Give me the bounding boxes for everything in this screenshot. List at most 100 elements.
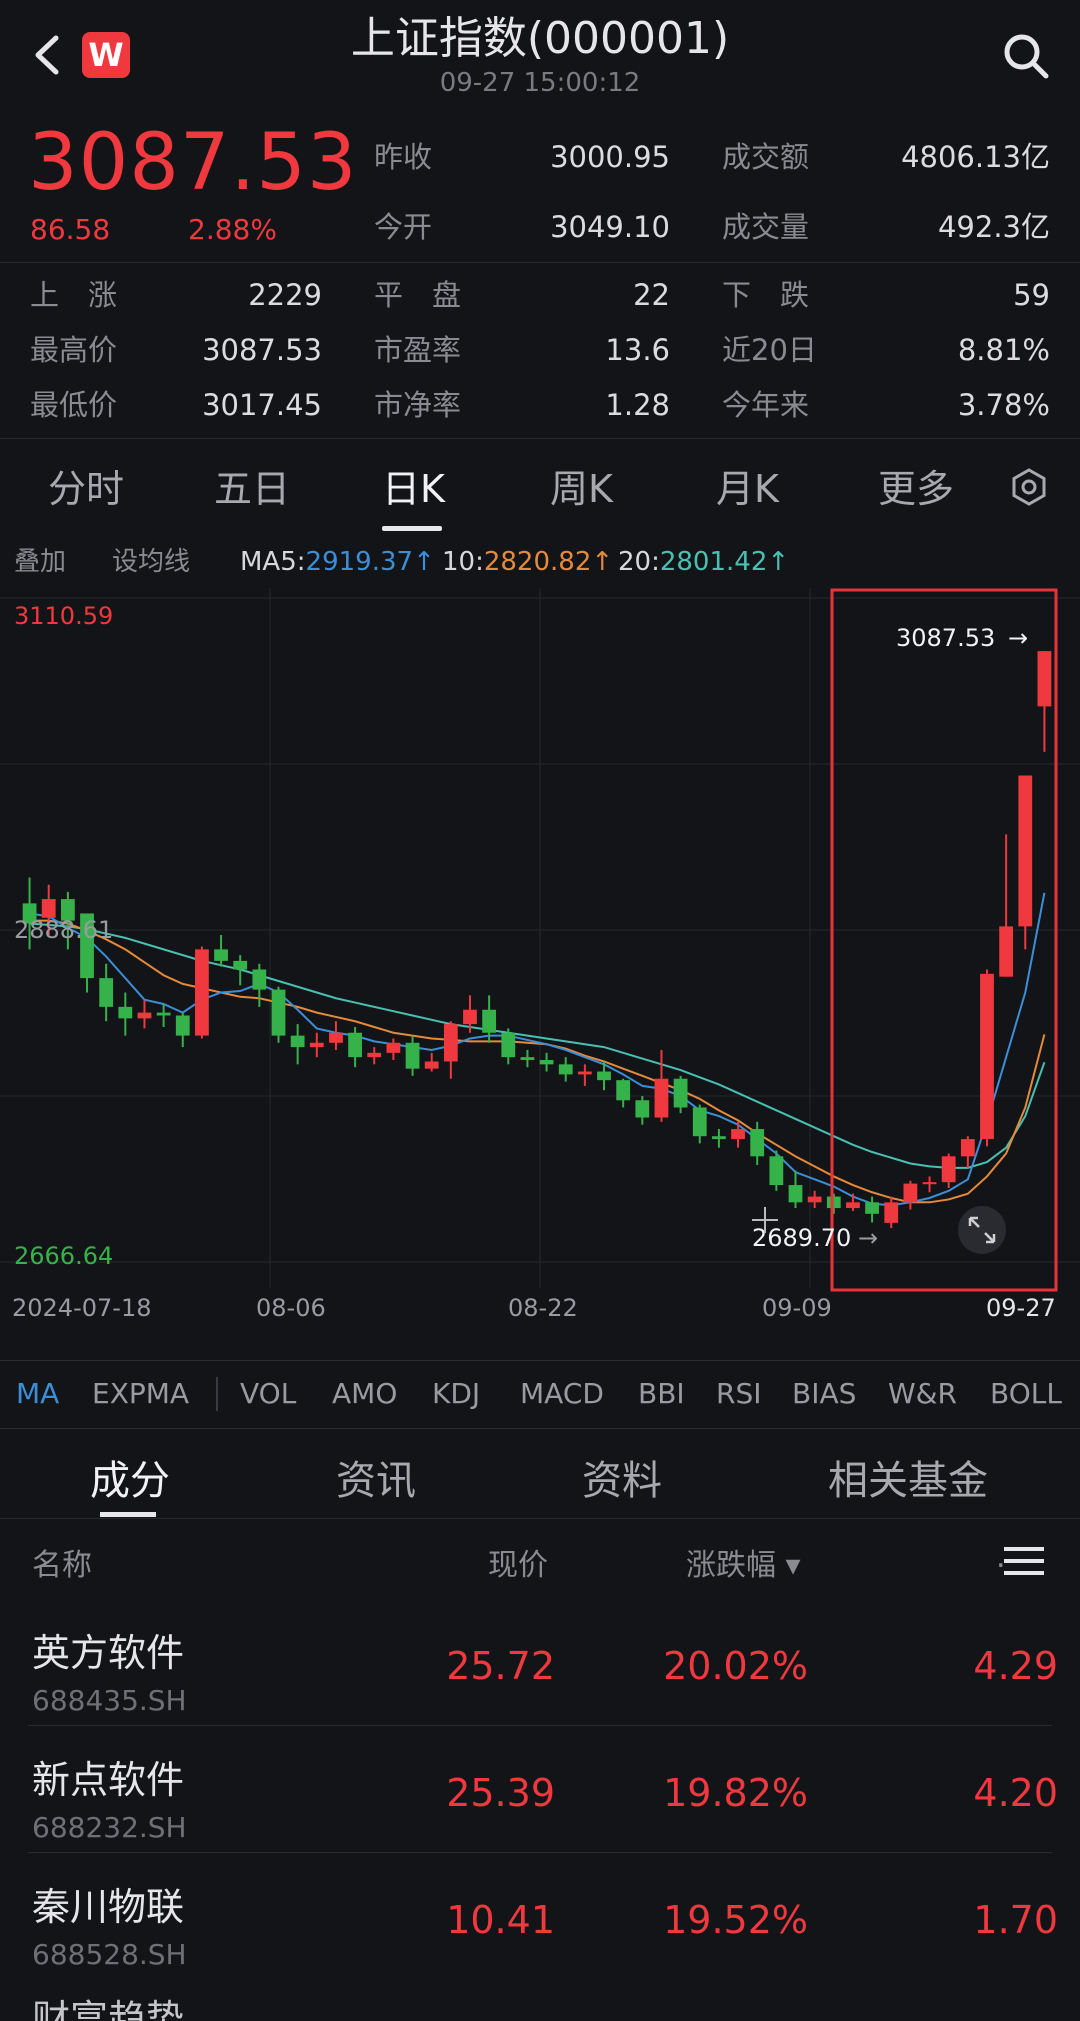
grid-label: 市盈率	[374, 333, 462, 367]
grid-label: 上 涨	[30, 278, 118, 312]
grid-value: 8.81%	[957, 333, 1050, 367]
settings-icon[interactable]	[1008, 466, 1050, 508]
high-marker: 3087.53	[896, 624, 995, 652]
quote-time: 09-27 15:00:12	[439, 68, 641, 98]
stat-value: 3049.10	[550, 210, 670, 244]
candle-body	[597, 1071, 611, 1081]
stock-code: 688528.SH	[32, 1938, 187, 1971]
col-header-price[interactable]: 现价	[488, 1540, 548, 1584]
candle-body	[348, 1032, 362, 1058]
indicator-macd[interactable]: MACD	[520, 1377, 604, 1410]
ma20-text: 20:	[618, 547, 660, 577]
indicator-ma[interactable]: MA	[16, 1377, 59, 1410]
tab-constituents[interactable]: 成分	[90, 1448, 170, 1506]
candle-body	[99, 978, 114, 1007]
tab-weekly-k[interactable]: 周K	[550, 458, 613, 513]
grid-label: 平 盘	[374, 278, 462, 312]
ma5-label: MA5:2919.37↑	[240, 544, 435, 580]
kline-svg[interactable]: 3110.59 2888.61 2666.64 3087.53 → 2689.7…	[0, 588, 1080, 1322]
set-ma-button[interactable]: 设均线	[112, 544, 190, 580]
fullscreen-icon[interactable]	[958, 1206, 1006, 1254]
candle-body	[195, 949, 209, 1036]
overlay-button[interactable]: 叠加	[14, 544, 66, 580]
ma5-text: MA5:	[240, 547, 306, 577]
ma-lines	[29, 892, 1046, 1207]
stock-change: 19.52%	[663, 1898, 808, 1942]
stock-change: 19.82%	[663, 1771, 808, 1815]
menu-icon[interactable]	[1004, 1545, 1044, 1577]
candle-body	[903, 1183, 918, 1203]
arrow-right-icon: →	[1008, 624, 1028, 652]
candle-body	[41, 899, 56, 918]
candle-body	[329, 1032, 343, 1043]
stock-price: 10.41	[446, 1898, 555, 1942]
stat-label: 成交量	[722, 210, 810, 244]
col-header-change[interactable]: 涨跌幅 ▾	[686, 1540, 801, 1584]
indicator-amo[interactable]: AMO	[332, 1377, 397, 1410]
search-icon[interactable]	[998, 28, 1054, 84]
page-title: 上证指数(000001)	[350, 13, 730, 64]
tab-related-funds[interactable]: 相关基金	[828, 1448, 988, 1506]
stat-label: 成交额	[722, 140, 810, 174]
tab-daily-k[interactable]: 日K	[382, 458, 445, 513]
stock-extra: 4.29	[973, 1644, 1058, 1688]
divider	[0, 1360, 1080, 1361]
stock-extra: 4.20	[973, 1771, 1058, 1815]
tab-intraday[interactable]: 分时	[48, 458, 124, 513]
candle-body	[941, 1156, 956, 1183]
y-bottom-label: 2666.64	[14, 1242, 113, 1270]
indicator-kdj[interactable]: KDJ	[432, 1377, 480, 1410]
divider	[0, 262, 1080, 263]
table-row[interactable]: 新点软件 688232.SH 25.39 19.82% 4.20	[0, 1727, 1080, 1853]
table-row[interactable]: 英方软件 688435.SH 25.72 20.02% 4.29	[0, 1600, 1080, 1726]
indicator-bbi[interactable]: BBI	[638, 1377, 685, 1410]
tab-more[interactable]: 更多	[878, 458, 954, 513]
arrow-up-icon: ↑	[413, 547, 435, 577]
stat-label: 今开	[374, 210, 433, 244]
candle-body	[175, 1015, 190, 1036]
tab-five-day[interactable]: 五日	[214, 458, 290, 513]
stock-change: 20.02%	[663, 1644, 808, 1688]
x-label: 08-06	[256, 1294, 326, 1318]
candle-body	[214, 949, 228, 961]
candle-body	[635, 1100, 650, 1118]
candle-body	[520, 1057, 535, 1061]
candle-body	[137, 1012, 152, 1019]
kline-chart[interactable]: 3110.59 2888.61 2666.64 3087.53 → 2689.7…	[0, 588, 1080, 1322]
candle-body	[558, 1064, 573, 1075]
candle-body	[884, 1202, 899, 1223]
ma20-value: 2801.42	[659, 547, 768, 577]
grid-label: 近20日	[722, 333, 817, 367]
table-row[interactable]: 秦川物联 688528.SH 10.41 19.52% 1.70	[0, 1854, 1080, 1980]
candle-body	[482, 1009, 497, 1033]
indicator-vol[interactable]: VOL	[240, 1377, 296, 1410]
candle-body	[654, 1078, 669, 1118]
tab-news[interactable]: 资讯	[336, 1448, 416, 1506]
stock-name: 英方软件	[32, 1631, 185, 1675]
candle-body	[865, 1202, 879, 1214]
tab-profile[interactable]: 资料	[582, 1448, 662, 1506]
grid-value: 59	[1013, 278, 1050, 312]
grid-value: 3.78%	[957, 388, 1050, 422]
stat-value: 492.3亿	[937, 210, 1050, 244]
candle-body	[501, 1032, 516, 1058]
candle-body	[118, 1006, 133, 1019]
ma20-label: 20:2801.42↑	[618, 544, 789, 580]
stock-code: 688232.SH	[32, 1811, 187, 1844]
candle-body	[271, 989, 286, 1036]
candle-body	[692, 1107, 707, 1137]
stat-label: 昨收	[374, 140, 433, 174]
period-tabs: 分时 五日 日K 周K 月K 更多	[0, 438, 1080, 534]
ma10-value: 2820.82	[483, 547, 592, 577]
candle-body	[577, 1071, 592, 1075]
indicator-expma[interactable]: EXPMA	[92, 1377, 189, 1410]
indicator-boll[interactable]: BOLL	[990, 1377, 1062, 1410]
indicator-wr[interactable]: W&R	[888, 1377, 957, 1410]
candle-body	[443, 1024, 458, 1062]
candle-body	[960, 1139, 975, 1157]
stock-name[interactable]: 财富趋势	[32, 1988, 184, 2021]
tab-monthly-k[interactable]: 月K	[716, 458, 779, 513]
indicator-rsi[interactable]: RSI	[716, 1377, 762, 1410]
indicator-bias[interactable]: BIAS	[792, 1377, 856, 1410]
grid-label: 下 跌	[722, 278, 810, 312]
